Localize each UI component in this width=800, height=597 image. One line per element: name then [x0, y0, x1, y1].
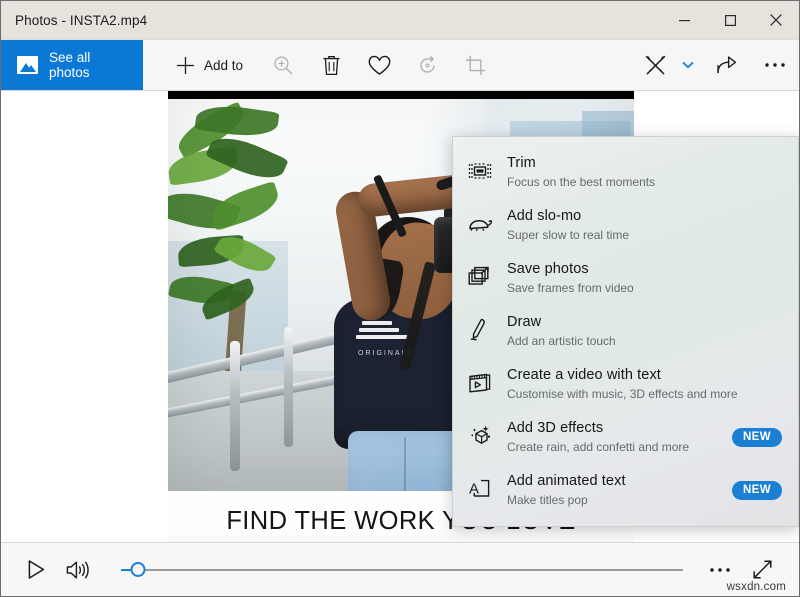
menu-item-subtitle: Focus on the best moments: [507, 174, 786, 191]
more-icon: [764, 62, 786, 68]
maximize-button[interactable]: [707, 1, 753, 39]
heart-icon: [368, 55, 391, 76]
zoom-icon: [273, 55, 294, 76]
menu-item-text: Trim Focus on the best moments: [507, 154, 786, 191]
favourite-button[interactable]: [355, 40, 403, 90]
close-button[interactable]: [753, 1, 799, 39]
menu-item-text: Draw Add an artistic touch: [507, 313, 786, 350]
video-letterbox-bar: [168, 91, 634, 99]
see-all-photos-button[interactable]: See all photos: [1, 40, 143, 90]
see-all-photos-label: See all photos: [49, 50, 125, 80]
menu-item-create-video-with-text[interactable]: Create a video with text Customise with …: [453, 358, 798, 411]
save-photos-icon: [467, 264, 493, 290]
delete-icon: [322, 55, 341, 76]
add-to-button[interactable]: Add to: [160, 40, 259, 90]
new-badge: NEW: [732, 428, 782, 447]
zoom-button[interactable]: [259, 40, 307, 90]
menu-item-text: Create a video with text Customise with …: [507, 366, 786, 403]
menu-item-subtitle: Make titles pop: [507, 492, 710, 509]
crop-button[interactable]: [451, 40, 499, 90]
share-button[interactable]: [703, 40, 751, 90]
menu-item-subtitle: Create rain, add confetti and more: [507, 439, 710, 456]
edit-create-flyout-menu: Trim Focus on the best moments Add slo-m…: [452, 136, 799, 527]
menu-item-title: Create a video with text: [507, 366, 786, 385]
photos-app-window: Photos - INSTA2.mp4 See all phot: [0, 0, 800, 597]
close-icon: [770, 14, 782, 26]
menu-item-subtitle: Super slow to real time: [507, 227, 786, 244]
turtle-icon: [467, 211, 493, 237]
menu-item-title: Add slo-mo: [507, 207, 786, 226]
more-icon: [709, 567, 731, 573]
menu-item-title: Add animated text: [507, 472, 710, 491]
menu-item-title: Add 3D effects: [507, 419, 710, 438]
command-bar-spacer: [499, 40, 631, 90]
rotate-button[interactable]: [403, 40, 451, 90]
photos-library-icon: [17, 56, 38, 74]
rotate-icon: [417, 55, 438, 76]
edit-create-icon-wrap: [631, 54, 679, 77]
chevron-down-icon: [682, 61, 694, 69]
animated-text-icon: A: [467, 476, 493, 502]
window-controls: [661, 1, 799, 39]
minimize-button[interactable]: [661, 1, 707, 39]
menu-item-title: Trim: [507, 154, 786, 173]
railing-post: [230, 341, 240, 471]
menu-item-subtitle: Customise with music, 3D effects and mor…: [507, 386, 786, 403]
fullscreen-icon: [752, 559, 773, 580]
volume-button[interactable]: [57, 550, 99, 590]
player-bar: wsxdn.com: [1, 542, 799, 596]
crop-icon: [465, 55, 486, 76]
plus-icon: [176, 56, 195, 75]
menu-item-title: Save photos: [507, 260, 786, 279]
menu-item-text: Save photos Save frames from video: [507, 260, 786, 297]
edit-create-chevron[interactable]: [679, 61, 703, 69]
video-text-icon: [467, 370, 493, 396]
volume-icon: [66, 560, 91, 580]
window-title: Photos - INSTA2.mp4: [1, 13, 147, 28]
menu-item-trim[interactable]: Trim Focus on the best moments: [453, 146, 798, 199]
cube-3d-icon: [467, 423, 493, 449]
seek-thumb[interactable]: [130, 562, 145, 577]
edit-create-icon: [644, 54, 667, 77]
share-icon: [716, 55, 738, 75]
menu-item-text: Add slo-mo Super slow to real time: [507, 207, 786, 244]
content-area: ORIGINALS: [1, 91, 799, 542]
menu-item-add-animated-text[interactable]: A Add animated text Make titles pop NEW: [453, 464, 798, 517]
menu-item-add-slo-mo[interactable]: Add slo-mo Super slow to real time: [453, 199, 798, 252]
command-bar: See all photos Add to: [1, 40, 799, 91]
site-watermark: wsxdn.com: [727, 581, 786, 593]
pen-icon: [467, 317, 493, 343]
menu-item-draw[interactable]: Draw Add an artistic touch: [453, 305, 798, 358]
title-bar: Photos - INSTA2.mp4: [1, 1, 799, 40]
menu-item-subtitle: Add an artistic touch: [507, 333, 786, 350]
seek-slider[interactable]: [121, 550, 683, 590]
menu-item-title: Draw: [507, 313, 786, 332]
play-icon: [28, 560, 45, 579]
menu-item-add-3d-effects[interactable]: Add 3D effects Create rain, add confetti…: [453, 411, 798, 464]
menu-item-subtitle: Save frames from video: [507, 280, 786, 297]
more-options-button[interactable]: [751, 40, 799, 90]
trim-icon: [467, 158, 493, 184]
new-badge: NEW: [732, 481, 782, 500]
edit-and-create-button[interactable]: [631, 40, 703, 90]
menu-item-text: Add 3D effects Create rain, add confetti…: [507, 419, 710, 456]
seek-track[interactable]: [121, 569, 683, 571]
menu-item-save-photos[interactable]: Save photos Save frames from video: [453, 252, 798, 305]
menu-item-text: Add animated text Make titles pop: [507, 472, 710, 509]
maximize-icon: [725, 15, 736, 26]
delete-button[interactable]: [307, 40, 355, 90]
play-button[interactable]: [15, 550, 57, 590]
add-to-label: Add to: [204, 58, 243, 73]
minimize-icon: [679, 15, 690, 26]
